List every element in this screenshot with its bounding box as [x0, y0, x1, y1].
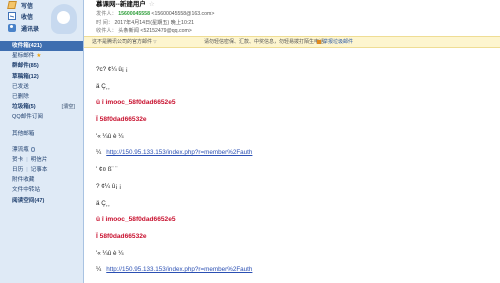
- warning-text-official: 这不是腾讯公司的官方邮件 ▽: [92, 39, 157, 45]
- folder-label: 群邮件(85): [12, 63, 39, 70]
- folder-label: 文件中转站: [12, 187, 40, 194]
- folder-label: 已删除: [12, 93, 29, 100]
- notebook-link[interactable]: 记事本: [31, 167, 48, 173]
- body-line: '« ¼û è ¼: [96, 250, 124, 257]
- folder-list: 收件箱(421) 星标邮件 ★ 群邮件(85) 草稿箱(12) 已发送 已删除 垃…: [0, 41, 83, 206]
- inbox-check-button[interactable]: 收信: [8, 11, 33, 21]
- sender-row: 发件人： 15600045558 <15600045558@163.com>: [96, 10, 214, 17]
- folder-label: 漂流瓶: [12, 146, 29, 153]
- sidebar-item-calendar[interactable]: 日历 | 记事本: [0, 165, 83, 175]
- folder-label: QQ邮件订阅: [12, 114, 44, 121]
- email-header: 慕课网--新建用户 ☆ 发件人： 15600045558 <15600045558…: [84, 0, 500, 34]
- sidebar-item-inbox[interactable]: 收件箱(421): [0, 41, 83, 52]
- sender-name[interactable]: 15600045558: [118, 11, 150, 17]
- body-line: ? ¢¼ û¡ ¡: [96, 183, 122, 190]
- contacts-icon: [8, 24, 16, 32]
- email-view: 慕课网--新建用户 ☆ 发件人： 15600045558 <15600045558…: [84, 0, 500, 283]
- email-subject: 慕课网--新建用户 ☆: [96, 0, 155, 8]
- warning-icon: [317, 39, 321, 44]
- folder-label: 阅读空间(47): [12, 197, 45, 204]
- link-prefix: ¼: [96, 266, 102, 273]
- sidebar-item-starred[interactable]: 星标邮件 ★: [0, 51, 83, 61]
- star-outline-icon[interactable]: ☆: [149, 1, 155, 8]
- contacts-label: 通讯录: [21, 26, 40, 33]
- sidebar-item-group-mail[interactable]: 群邮件(85): [0, 61, 83, 71]
- report-spam-link[interactable]: 举报垃圾邮件: [317, 37, 353, 47]
- password-line: Ï 58f0dad66532e: [96, 116, 147, 123]
- sidebar-item-sent[interactable]: 已发送: [0, 82, 83, 92]
- username-line: û î imooc_58f0dad6652e5: [96, 99, 176, 106]
- recipient-value: 头条新闻 <52152479@qq.com>: [118, 28, 192, 34]
- contacts-button[interactable]: 通讯录: [8, 23, 39, 33]
- sidebar-item-file-transfer[interactable]: 文件中转站: [0, 185, 83, 195]
- sidebar-item-greeting-cards[interactable]: 贺卡 | 明信片: [0, 155, 83, 165]
- folder-label: 已发送: [12, 83, 29, 90]
- link-prefix: ¼: [96, 149, 102, 156]
- body-line: ' ¢¤ ß¨ ¨: [96, 166, 118, 173]
- link-line: ¼ http://150.95.133.153/index.php?r=membe…: [96, 266, 252, 273]
- recipient-label: 收件人：: [96, 28, 117, 34]
- folder-label: 日历: [12, 167, 24, 174]
- write-label: 写信: [21, 3, 34, 10]
- folder-label: 附件收藏: [12, 177, 35, 184]
- subject-text: 慕课网--新建用户: [96, 1, 146, 8]
- top-actions: 写信 收信 通讯录: [0, 0, 83, 38]
- sidebar-item-spam[interactable]: 垃圾箱(5) [清空]: [0, 102, 83, 112]
- time-value: 2017年4月14日(星期五) 晚上10:21: [114, 20, 195, 26]
- sender-email: <15600045558@163.com>: [151, 11, 215, 17]
- chevron-down-icon[interactable]: ▽: [153, 39, 156, 44]
- sidebar-item-reading-space[interactable]: 阅读空间(47): [0, 196, 83, 206]
- sidebar-item-deleted[interactable]: 已删除: [0, 92, 83, 102]
- folder-label: 贺卡: [12, 156, 24, 163]
- activation-link[interactable]: http://150.95.133.153/index.php?r=member…: [106, 266, 252, 273]
- body-line: ä Ç¸¸: [96, 200, 110, 207]
- warning-text-advice: 请勿轻信密保、汇款、中奖信息，勿轻易拨打陌生电话。: [204, 39, 330, 45]
- body-line: ä Ç¸¸: [96, 83, 110, 90]
- star-icon: ★: [36, 53, 42, 60]
- sidebar-item-qq-subscription[interactable]: QQ邮件订阅: [0, 112, 83, 122]
- postcard-link[interactable]: 明信片: [31, 157, 48, 163]
- sidebar-item-other-mailboxes[interactable]: 其他邮箱: [0, 129, 83, 139]
- bottle-icon: [30, 146, 35, 152]
- sidebar-item-drafts[interactable]: 草稿箱(12): [0, 72, 83, 82]
- time-row: 时 间： 2017年4月14日(星期五) 晚上10:21: [96, 19, 194, 26]
- link-line: ¼ http://150.95.133.153/index.php?r=membe…: [96, 149, 252, 156]
- empty-spam-link[interactable]: [清空]: [62, 102, 75, 112]
- time-label: 时 间：: [96, 20, 114, 26]
- username-line: û î imooc_58f0dad6652e5: [96, 216, 176, 223]
- folder-label: 垃圾箱(5): [12, 104, 36, 111]
- inbox-check-label: 收信: [21, 14, 34, 21]
- sidebar-item-drift-bottle[interactable]: 漂流瓶: [0, 145, 83, 155]
- sender-label: 发件人：: [96, 11, 117, 17]
- write-icon: [7, 1, 17, 9]
- body-line: '« ¼û è ¼: [96, 133, 124, 140]
- folder-label: 其他邮箱: [12, 130, 35, 137]
- write-button[interactable]: 写信: [7, 0, 34, 10]
- qq-penguin-logo: [51, 4, 77, 34]
- inbox-icon: [8, 12, 16, 20]
- sidebar: 写信 收信 通讯录 收件箱(421) 星标邮件 ★ 群邮件(85) 草稿箱(12)…: [0, 0, 84, 283]
- sidebar-item-attachments[interactable]: 附件收藏: [0, 175, 83, 185]
- recipient-row: 收件人： 头条新闻 <52152479@qq.com>: [96, 27, 192, 34]
- activation-link[interactable]: http://150.95.133.153/index.php?r=member…: [106, 149, 252, 156]
- folder-label: 星标邮件: [12, 53, 35, 60]
- security-warning-bar: 这不是腾讯公司的官方邮件 ▽ 请勿轻信密保、汇款、中奖信息，勿轻易拨打陌生电话。…: [84, 36, 500, 48]
- body-line: ?c? ¢¼ û¡ ¡: [96, 66, 128, 73]
- folder-label: 草稿箱(12): [12, 73, 39, 80]
- folder-label: 收件箱(421): [12, 43, 42, 49]
- password-line: Ï 58f0dad66532e: [96, 233, 147, 240]
